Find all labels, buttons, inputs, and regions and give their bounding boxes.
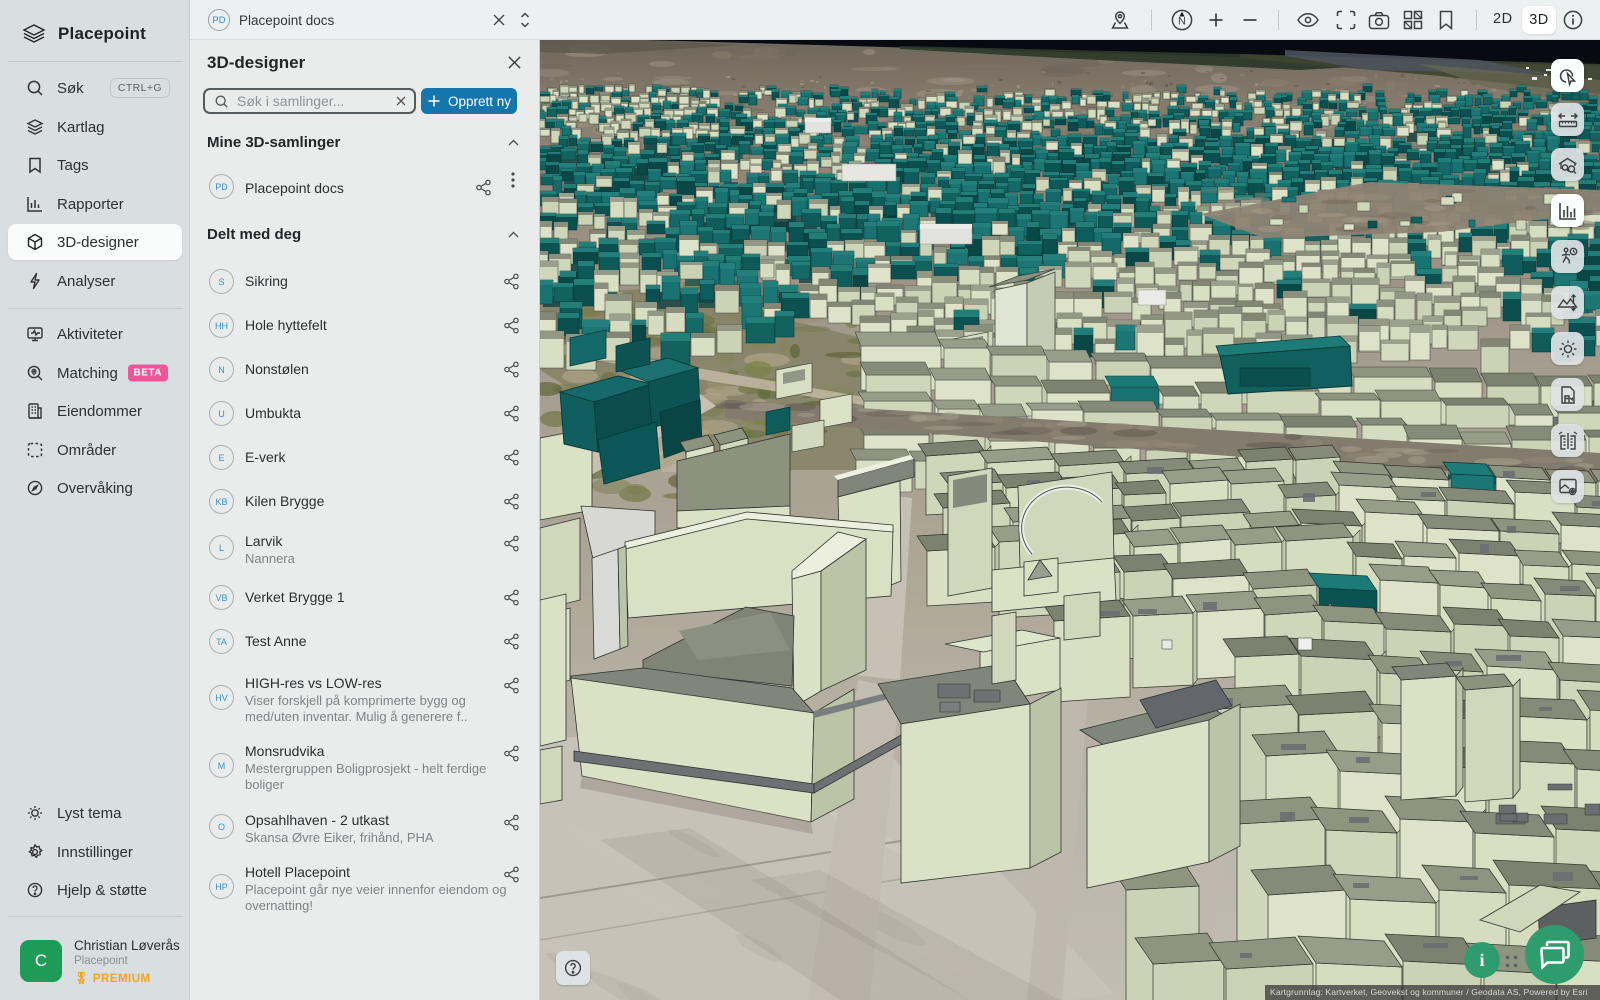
svg-text:N: N (1178, 16, 1186, 28)
